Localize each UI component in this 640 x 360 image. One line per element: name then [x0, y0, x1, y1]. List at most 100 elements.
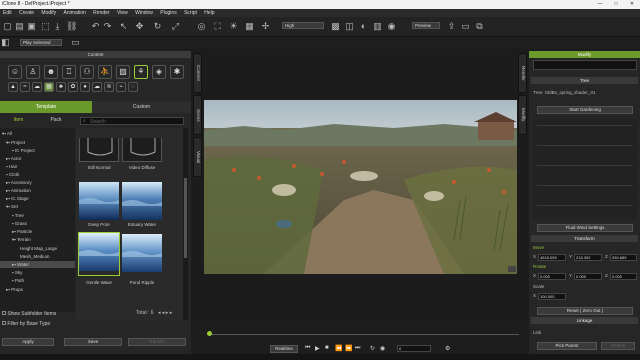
tree-item[interactable]: ▾▪ Project [6, 139, 25, 146]
close-button[interactable]: ✕ [624, 0, 640, 9]
checkbox[interactable] [2, 321, 6, 325]
menu-help[interactable]: Help [201, 9, 217, 17]
fog-icon[interactable]: ≋ [104, 82, 114, 92]
screenshot-icon[interactable]: ◉ [386, 21, 397, 32]
goto-end-icon[interactable]: ⏭ [355, 345, 360, 352]
prev-frame-icon[interactable]: ⏪ [335, 345, 342, 352]
menu-create[interactable]: Create [16, 9, 37, 17]
wireframe-icon[interactable]: ◫ [344, 21, 355, 32]
tree-item[interactable]: ▪ Hair [6, 163, 17, 170]
play-mode-dropdown[interactable]: Play Selected [20, 39, 62, 46]
redo-icon[interactable]: ↷ [102, 21, 113, 32]
set-icon[interactable]: ⚘ [134, 65, 148, 79]
scrollbar-thumb[interactable] [184, 178, 187, 258]
loop-icon[interactable]: ↻ [370, 345, 375, 352]
water-icon[interactable]: ≈ [20, 82, 30, 92]
side-tab-content[interactable]: Content [193, 53, 202, 93]
stop-icon[interactable]: ■ [325, 345, 329, 351]
next-frame-icon[interactable]: ⏩ [345, 345, 352, 352]
move-y-field[interactable]: 218.392 [574, 254, 602, 261]
preview-dropdown[interactable]: Preview [412, 22, 440, 29]
pointer-icon[interactable]: ↖ [118, 21, 129, 32]
stats-icon[interactable]: ▥ [372, 21, 383, 32]
3d-viewport[interactable] [204, 100, 517, 274]
timeline-icon[interactable]: ▭ [70, 37, 81, 48]
link-icon[interactable]: ⛓ [66, 21, 77, 32]
tree-item[interactable]: ▪ Grass [12, 220, 27, 227]
gizmo-icon[interactable]: ✢ [260, 21, 271, 32]
scene-icon[interactable]: ▨ [116, 65, 130, 79]
grid-item-video-diffuse[interactable] [122, 138, 162, 162]
body-icon[interactable]: ♙ [26, 65, 40, 79]
tab-template[interactable]: Template [0, 101, 92, 113]
detach-button[interactable]: Detach [601, 342, 635, 350]
menu-render[interactable]: Render [90, 9, 112, 17]
flower-icon[interactable]: ✿ [68, 82, 78, 92]
side-tab-scene[interactable]: Scene [193, 95, 202, 135]
tree-item[interactable]: ▾▪ All [2, 130, 12, 137]
goto-start-icon[interactable]: ⏮ [305, 345, 310, 352]
tree-item[interactable]: ▸▪ Props [6, 286, 23, 293]
plugin-icon[interactable]: ⧉ [474, 21, 485, 32]
rotate-x-field[interactable]: 0.000 [538, 273, 566, 280]
scale-icon[interactable]: ⤢ [170, 21, 181, 32]
tree-item[interactable]: ▸▪ Actor [6, 155, 21, 162]
move-x-field[interactable]: 4518.059 [538, 254, 566, 261]
import-icon[interactable]: ⤓ [52, 21, 63, 32]
motion-icon[interactable]: ⛹ [98, 65, 112, 79]
grid-item-still-normal[interactable] [79, 138, 119, 162]
tree-item[interactable]: ▪ Path [12, 277, 24, 284]
fluid-wind-settings-button[interactable]: Fluid Wind Settings [537, 224, 633, 232]
menu-edit[interactable]: Edit [0, 9, 15, 17]
actor-icon[interactable]: ☺ [8, 65, 22, 79]
tree-item[interactable]: ▪ Cloth [6, 171, 19, 178]
face-icon[interactable]: ☻ [44, 65, 58, 79]
play-icon[interactable]: ▶ [315, 345, 320, 352]
pick-parent-button[interactable]: Pick Parent [537, 342, 597, 350]
export-icon[interactable]: ⇪ [446, 21, 457, 32]
reset-button[interactable]: Reset ( Zero Out ) [537, 307, 633, 315]
particle-icon[interactable]: ✱ [170, 65, 184, 79]
tree-item[interactable]: ▪ Tree [12, 212, 24, 219]
grass-icon[interactable]: ▦ [44, 82, 54, 92]
cloud-icon[interactable]: ☁ [92, 82, 102, 92]
tree-item[interactable]: ▸▪ IC Stage [6, 195, 29, 202]
menu-plugins[interactable]: Plugins [157, 9, 179, 17]
move-z-field[interactable]: 930.689 [610, 254, 637, 261]
move-icon[interactable]: ✥ [134, 21, 145, 32]
apply-button[interactable]: Apply [2, 338, 54, 346]
subtab-pack[interactable]: Pack [37, 116, 75, 125]
option-filter-base-type[interactable]: Filter by Base Type [2, 321, 50, 327]
tree-item[interactable]: ▸▪ Particle [12, 228, 32, 235]
checkbox[interactable] [2, 311, 6, 315]
save-button[interactable]: Save [64, 338, 122, 346]
start-gardening-button[interactable]: Start Gardening [537, 106, 633, 114]
tree-item[interactable]: ▾▪ Set [6, 203, 18, 210]
light-icon[interactable]: ☀ [228, 21, 239, 32]
terrain-icon[interactable]: ▲ [8, 82, 18, 92]
menu-view[interactable]: View [114, 9, 131, 17]
undo-icon[interactable]: ↶ [90, 21, 101, 32]
prop-icon[interactable]: ◈ [152, 65, 166, 79]
option-show-subfolder[interactable]: Show Subfolder Items [2, 311, 56, 317]
page-nav-icons[interactable]: ◂ ◂ ▸ ▸ [158, 310, 172, 316]
subtab-item[interactable]: Item [0, 116, 37, 125]
rotate-y-field[interactable]: 0.000 [574, 273, 602, 280]
tree-item-selected[interactable]: ▸▪ Water [0, 261, 75, 268]
menu-animation[interactable]: Animation [61, 9, 89, 17]
frame-field[interactable]: 0 [397, 345, 431, 352]
path-icon[interactable]: ⌁ [116, 82, 126, 92]
timeline-settings-icon[interactable]: ⚙ [445, 345, 450, 352]
timeline-slider[interactable] [195, 326, 527, 344]
tree-item[interactable]: Mesh_Medium [20, 253, 50, 260]
menu-modify[interactable]: Modify [38, 9, 59, 17]
grid-item-deep-pore[interactable] [79, 182, 119, 220]
tab-custom[interactable]: Custom [92, 101, 191, 113]
side-tab-modify[interactable]: Modify [518, 95, 527, 135]
side-tab-visual[interactable]: Visual [193, 137, 202, 177]
tree-item[interactable]: ▸▪ Accessory [6, 179, 32, 186]
grid-icon[interactable]: ▩ [330, 21, 341, 32]
quality-dropdown[interactable]: High [282, 22, 324, 29]
grid-scrollbar[interactable] [183, 128, 188, 320]
search-field[interactable]: ⌕ Search [80, 117, 184, 125]
